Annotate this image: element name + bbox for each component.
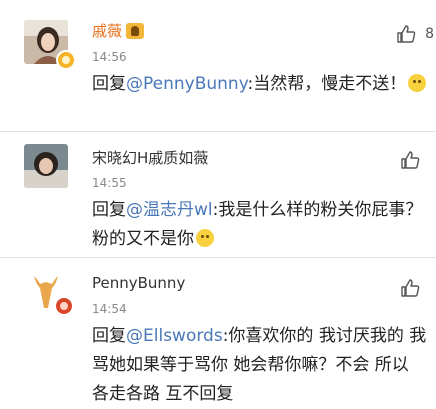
comment-item[interactable]: 宋晓幻H戚质如薇 14:55 回复@温志丹wl:我是什么样的粉关你屁事？粉的又不…: [0, 132, 436, 258]
thumbs-up-icon[interactable]: [400, 278, 420, 298]
emoji-icon: [408, 74, 427, 92]
timestamp: 14:56: [92, 50, 127, 64]
comment-text: 回复@温志丹wl:我是什么样的粉关你屁事？粉的又不是你: [92, 200, 423, 249]
comment-item[interactable]: PennyBunny 14:54 回复@Ellswords:你喜欢你的 我讨厌我…: [0, 258, 436, 404]
mention-link[interactable]: @Ellswords: [126, 326, 223, 346]
username[interactable]: 戚薇: [92, 20, 145, 41]
like-count: 8: [425, 26, 434, 42]
comment-text: 回复@PennyBunny:当然帮，慢走不送！: [92, 70, 428, 99]
verified-badge-icon: [56, 50, 76, 70]
mention-link[interactable]: @温志丹wl: [126, 200, 213, 220]
vip-crown-icon: [126, 23, 145, 39]
timestamp: 14:55: [92, 176, 127, 190]
timestamp: 14:54: [92, 302, 127, 316]
verified-badge-icon: [54, 296, 74, 316]
thumbs-up-icon[interactable]: [400, 150, 420, 170]
mention-link[interactable]: @PennyBunny: [126, 74, 248, 94]
comment-text: 回复@Ellswords:你喜欢你的 我讨厌我的 我骂她如果等于骂你 她会帮你嘛…: [92, 326, 427, 404]
avatar[interactable]: [24, 144, 68, 188]
emoji-icon: [196, 229, 214, 247]
username[interactable]: PennyBunny: [92, 274, 185, 292]
username[interactable]: 宋晓幻H戚质如薇: [92, 147, 208, 168]
comment-item[interactable]: 戚薇 14:56 回复@PennyBunny:当然帮，慢走不送！ 8: [0, 0, 436, 132]
thumbs-up-icon[interactable]: [396, 24, 416, 44]
